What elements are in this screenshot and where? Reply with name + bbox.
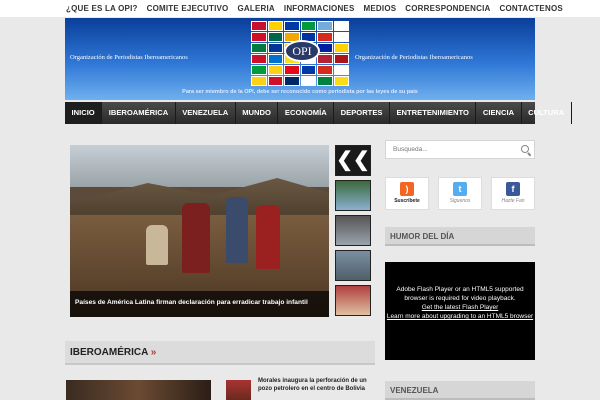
flag-icon <box>333 65 349 75</box>
flag-icon <box>284 21 300 31</box>
flag-icon <box>251 21 267 31</box>
news-featured-image[interactable] <box>66 380 211 400</box>
slider-thumbnail[interactable] <box>335 215 371 246</box>
flag-icon <box>333 21 349 31</box>
slider-thumbnail[interactable] <box>335 285 371 316</box>
flag-icon <box>251 54 267 64</box>
slider-thumbnails: ❮❮ <box>335 145 371 320</box>
flag-icon <box>317 54 333 64</box>
flag-icon <box>267 21 283 31</box>
nav-mundo[interactable]: MUNDO <box>236 102 279 124</box>
slide-figure <box>182 203 210 273</box>
flag-icon <box>333 32 349 42</box>
flag-icon <box>251 43 267 53</box>
flag-icon <box>300 21 316 31</box>
main-nav: INICIO IBEROAMÉRICA VENEZUELA MUNDO ECON… <box>65 102 572 124</box>
flag-icon <box>300 76 316 86</box>
humor-widget-title: HUMOR DEL DÍA <box>385 227 535 246</box>
venezuela-widget-title: VENEZUELA <box>385 381 535 400</box>
flag-icon <box>333 76 349 86</box>
top-nav: ¿QUE ES LA OPI? COMITE EJECUTIVO GALERIA… <box>0 0 600 17</box>
social-rss[interactable]: ) Suscribete <box>385 177 429 210</box>
search-icon[interactable] <box>521 145 529 153</box>
flag-icon <box>284 76 300 86</box>
nav-entretenimiento[interactable]: ENTRETENIMIENTO <box>390 102 477 124</box>
flag-icon <box>267 76 283 86</box>
slide-image-sky <box>70 145 329 187</box>
flag-icon <box>333 54 349 64</box>
top-nav-medios[interactable]: MEDIOS <box>364 4 397 13</box>
rss-icon: ) <box>400 182 414 196</box>
top-nav-que-es-opi[interactable]: ¿QUE ES LA OPI? <box>66 4 138 13</box>
social-label: Siguenos <box>449 198 471 204</box>
nav-iberoamerica[interactable]: IBEROAMÉRICA <box>102 102 176 124</box>
top-nav-contactenos[interactable]: CONTACTENOS <box>500 4 563 13</box>
social-facebook[interactable]: f Hazte Fan <box>491 177 535 210</box>
slider-thumbnail[interactable] <box>335 180 371 211</box>
flag-icon <box>317 21 333 31</box>
nav-deportes[interactable]: DEPORTES <box>334 102 390 124</box>
news-headline[interactable]: Morales inaugura la perforación de un po… <box>258 378 373 393</box>
section-title-text: IBEROAMÉRICA <box>70 347 148 358</box>
slide-figure <box>146 225 168 265</box>
nav-economia[interactable]: ECONOMÍA <box>278 102 335 124</box>
slide-figure <box>256 205 280 269</box>
featured-slider[interactable]: Países de América Latina firman declarac… <box>70 145 329 317</box>
flag-icon <box>251 76 267 86</box>
flag-icon <box>333 43 349 53</box>
flag-icon <box>267 43 283 53</box>
search-input[interactable] <box>386 141 516 158</box>
membership-notice: Para ser miembro de la OPI, debe ser rec… <box>182 89 418 95</box>
flag-icon <box>284 65 300 75</box>
nav-venezuela[interactable]: VENEZUELA <box>176 102 236 124</box>
flag-icon <box>317 65 333 75</box>
slider-thumbnail[interactable] <box>335 250 371 281</box>
social-twitter[interactable]: t Siguenos <box>438 177 482 210</box>
flag-icon <box>317 76 333 86</box>
site-banner[interactable]: Organización de Periodistas Iberoamerica… <box>65 18 535 100</box>
search-box <box>385 140 535 159</box>
top-nav-comite[interactable]: COMITE EJECUTIVO <box>147 4 229 13</box>
flag-icon <box>317 32 333 42</box>
section-iberoamerica-title[interactable]: IBEROAMÉRICA » <box>65 341 375 365</box>
top-nav-correspondencia[interactable]: CORRESPONDENCIA <box>405 4 490 13</box>
slide-caption[interactable]: Países de América Latina firman declarac… <box>70 291 329 317</box>
flag-icon <box>251 65 267 75</box>
chevron-right-icon: » <box>150 347 157 358</box>
flag-icon <box>267 32 283 42</box>
org-name-right: Organización de Periodistas Iberoamerica… <box>355 54 473 61</box>
flag-icon <box>267 54 283 64</box>
top-nav-informaciones[interactable]: INFORMACIONES <box>284 4 355 13</box>
flash-notice: Adobe Flash Player or an HTML5 supported… <box>396 286 524 303</box>
top-nav-galeria[interactable]: GALERIA <box>238 4 275 13</box>
facebook-icon: f <box>506 182 520 196</box>
page: ¿QUE ES LA OPI? COMITE EJECUTIVO GALERIA… <box>0 0 600 400</box>
twitter-icon: t <box>453 182 467 196</box>
nav-cultura[interactable]: CULTURA <box>522 102 572 124</box>
flag-icon <box>300 65 316 75</box>
html5-upgrade-link[interactable]: Learn more about upgrading to an HTML5 b… <box>385 312 535 321</box>
flag-icon <box>251 32 267 42</box>
slider-prev-button[interactable]: ❮❮ <box>335 145 371 176</box>
org-name-left: Organización de Periodistas Iberoamerica… <box>70 54 188 61</box>
social-label: Suscribete <box>394 198 420 204</box>
opi-logo-badge: OPI <box>284 40 320 62</box>
news-thumbnail[interactable] <box>226 380 251 400</box>
nav-ciencia[interactable]: CIENCIA <box>476 102 522 124</box>
social-label: Hazte Fan <box>501 198 525 204</box>
flag-icon <box>267 65 283 75</box>
slide-figure <box>226 197 248 263</box>
video-player[interactable]: Adobe Flash Player or an HTML5 supported… <box>385 262 535 360</box>
flash-download-link[interactable]: Get the latest Flash Player <box>385 303 535 312</box>
nav-inicio[interactable]: INICIO <box>65 102 103 124</box>
